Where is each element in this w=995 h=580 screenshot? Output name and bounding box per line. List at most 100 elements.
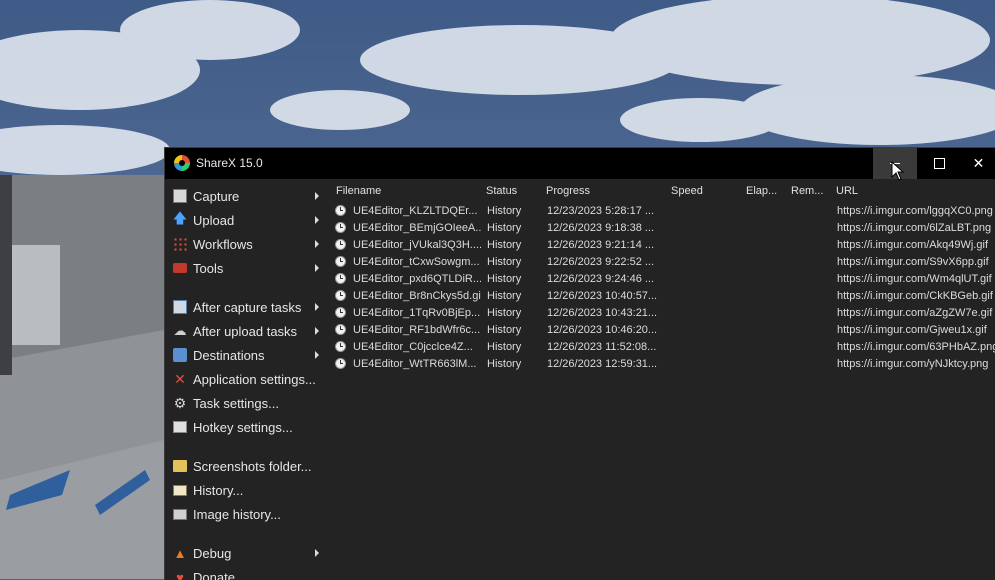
status-cell: History <box>487 358 542 370</box>
menu-item-after-upload-tasks[interactable]: ☁ After upload tasks <box>173 320 325 342</box>
menu-item-label: History... <box>193 483 243 498</box>
menu-item-application-settings[interactable]: ✕ Application settings... <box>173 368 325 390</box>
upload-icon: 🡅 <box>173 213 187 227</box>
menu-item-label: After capture tasks <box>193 300 301 315</box>
url-cell: https://i.imgur.com/S9vX6pp.gif <box>837 256 995 268</box>
history-clock-icon <box>335 358 346 369</box>
column-header-url[interactable]: URL <box>836 185 858 197</box>
task-row[interactable]: UE4Editor_C0jcclce4Z... History 12/26/20… <box>327 339 995 356</box>
menu-item-label: Destinations <box>193 348 265 363</box>
menu-item-label: Debug <box>193 546 231 561</box>
progress-cell: 12/26/2023 9:18:38 ... <box>547 222 667 234</box>
maximize-button[interactable] <box>917 148 961 179</box>
menu-item-workflows[interactable]: Workflows <box>173 233 325 255</box>
submenu-arrow-icon <box>315 549 319 557</box>
progress-cell: 12/26/2023 11:52:08... <box>547 341 667 353</box>
destinations-icon <box>173 348 187 362</box>
task-settings-icon: ⚙ <box>173 396 187 410</box>
menu-item-label: Donate... <box>193 570 246 580</box>
menu-item-label: Upload <box>193 213 234 228</box>
menu-item-screenshots-folder[interactable]: Screenshots folder... <box>173 455 325 477</box>
window-title: ShareX 15.0 <box>196 156 263 170</box>
close-button[interactable]: ✕ <box>961 148 995 179</box>
url-cell: https://i.imgur.com/aZgZW7e.gif <box>837 307 995 319</box>
progress-cell: 12/26/2023 10:46:20... <box>547 324 667 336</box>
status-cell: History <box>487 239 542 251</box>
progress-cell: 12/26/2023 9:24:46 ... <box>547 273 667 285</box>
column-header-filename[interactable]: Filename <box>336 185 381 197</box>
menu-item-tools[interactable]: Tools <box>173 257 325 279</box>
progress-cell: 12/26/2023 9:21:14 ... <box>547 239 667 251</box>
column-header-elapsed[interactable]: Elap... <box>746 185 777 197</box>
filename-cell: UE4Editor_Br8nCkys5d.gif <box>353 290 481 302</box>
sharex-logo-icon <box>174 155 190 171</box>
history-clock-icon <box>335 205 346 216</box>
url-cell: https://i.imgur.com/63PHbAZ.png <box>837 341 995 353</box>
column-header-speed[interactable]: Speed <box>671 185 703 197</box>
image-history-icon <box>173 509 187 520</box>
url-cell: https://i.imgur.com/yNJktcy.png <box>837 358 995 370</box>
history-clock-icon <box>335 256 346 267</box>
column-header-status[interactable]: Status <box>486 185 517 197</box>
menu-item-upload[interactable]: 🡅 Upload <box>173 209 325 231</box>
status-cell: History <box>487 290 542 302</box>
maximize-icon <box>934 158 945 169</box>
progress-cell: 12/26/2023 9:22:52 ... <box>547 256 667 268</box>
url-cell: https://i.imgur.com/6lZaLBT.png <box>837 222 995 234</box>
progress-cell: 12/26/2023 12:59:31... <box>547 358 667 370</box>
task-row[interactable]: UE4Editor_tCxwSowgm... History 12/26/202… <box>327 254 995 271</box>
after-upload-icon: ☁ <box>173 324 187 338</box>
status-cell: History <box>487 324 542 336</box>
menu-item-after-capture-tasks[interactable]: After capture tasks <box>173 296 325 318</box>
task-row[interactable]: UE4Editor_jVUkal3Q3H.... History 12/26/2… <box>327 237 995 254</box>
menu-item-image-history[interactable]: Image history... <box>173 503 325 525</box>
submenu-arrow-icon <box>315 351 319 359</box>
task-row[interactable]: UE4Editor_1TqRv0BjEp... History 12/26/20… <box>327 305 995 322</box>
menu-item-history[interactable]: History... <box>173 479 325 501</box>
task-row[interactable]: UE4Editor_Br8nCkys5d.gif History 12/26/2… <box>327 288 995 305</box>
history-clock-icon <box>335 324 346 335</box>
menu-item-hotkey-settings[interactable]: Hotkey settings... <box>173 416 325 438</box>
status-cell: History <box>487 341 542 353</box>
status-cell: History <box>487 273 542 285</box>
filename-cell: UE4Editor_1TqRv0BjEp... <box>353 307 481 319</box>
workflows-icon <box>173 237 187 251</box>
menu-item-task-settings[interactable]: ⚙ Task settings... <box>173 392 325 414</box>
menu-item-label: Task settings... <box>193 396 279 411</box>
menu-item-label: Screenshots folder... <box>193 459 312 474</box>
url-cell: https://i.imgur.com/Gjweu1x.gif <box>837 324 995 336</box>
task-row[interactable]: UE4Editor_RF1bdWfr6c... History 12/26/20… <box>327 322 995 339</box>
title-bar[interactable]: ShareX 15.0 ✕ <box>165 148 995 179</box>
menu-item-label: Workflows <box>193 237 253 252</box>
url-cell: https://i.imgur.com/Wm4qlUT.gif <box>837 273 995 285</box>
filename-cell: UE4Editor_BEmjGOIeeA... <box>353 222 481 234</box>
column-header-progress[interactable]: Progress <box>546 185 590 197</box>
filename-cell: UE4Editor_pxd6QTLDiR... <box>353 273 481 285</box>
status-cell: History <box>487 222 542 234</box>
task-row[interactable]: UE4Editor_BEmjGOIeeA... History 12/26/20… <box>327 220 995 237</box>
hotkey-settings-icon <box>173 421 187 433</box>
folder-icon <box>173 460 187 472</box>
filename-cell: UE4Editor_jVUkal3Q3H.... <box>353 239 481 251</box>
task-row[interactable]: UE4Editor_WtTR663lM... History 12/26/202… <box>327 356 995 373</box>
history-clock-icon <box>335 222 346 233</box>
menu-item-destinations[interactable]: Destinations <box>173 344 325 366</box>
submenu-arrow-icon <box>315 216 319 224</box>
status-cell: History <box>487 256 542 268</box>
menu-item-donate[interactable]: ♥ Donate... <box>173 566 325 580</box>
menu-item-label: Application settings... <box>193 372 316 387</box>
menu-item-debug[interactable]: ▲ Debug <box>173 542 325 564</box>
menu-item-label: After upload tasks <box>193 324 297 339</box>
task-row[interactable]: UE4Editor_pxd6QTLDiR... History 12/26/20… <box>327 271 995 288</box>
column-header-remaining[interactable]: Rem... <box>791 185 823 197</box>
task-list[interactable]: Filename Status Progress Speed Elap... R… <box>327 179 995 580</box>
status-cell: History <box>487 307 542 319</box>
debug-icon: ▲ <box>173 546 187 560</box>
menu-item-capture[interactable]: Capture <box>173 185 325 207</box>
history-icon <box>173 485 187 496</box>
history-clock-icon <box>335 273 346 284</box>
url-cell: https://i.imgur.com/CkKBGeb.gif <box>837 290 995 302</box>
tools-icon <box>173 263 187 273</box>
task-row[interactable]: UE4Editor_KLZLTDQEr... History 12/23/202… <box>327 203 995 220</box>
submenu-arrow-icon <box>315 327 319 335</box>
